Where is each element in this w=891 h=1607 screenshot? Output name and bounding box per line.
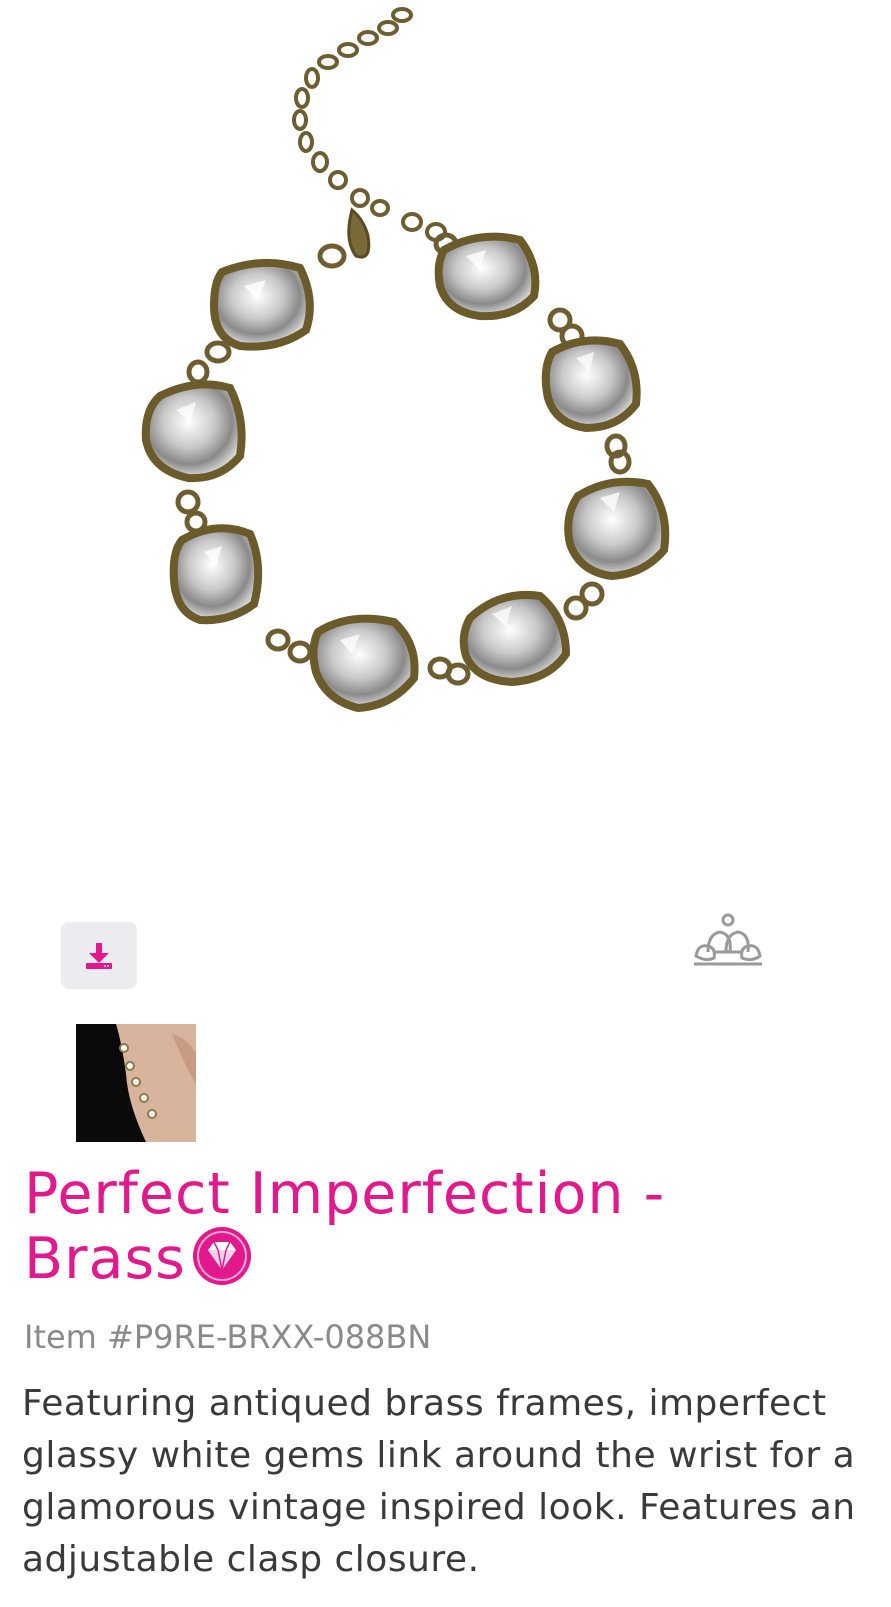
product-image[interactable] [0, 0, 891, 800]
item-number: Item #P9RE-BRXX-088BN [24, 1318, 432, 1356]
product-title-block: Perfect Imperfection - Brass [24, 1162, 844, 1299]
thumbnail-photo [76, 1024, 196, 1142]
download-icon [86, 942, 112, 969]
product-description: Featuring antiqued brass frames, imperfe… [22, 1383, 856, 1580]
download-button[interactable] [61, 922, 137, 989]
diamond-badge-icon [192, 1226, 252, 1299]
product-title: Perfect Imperfection - Brass [24, 1161, 666, 1293]
paparazzi-crown-logo [692, 912, 764, 968]
thumbnail-worn-on-wrist[interactable] [76, 1024, 196, 1142]
bracelet-photo [141, 7, 670, 713]
